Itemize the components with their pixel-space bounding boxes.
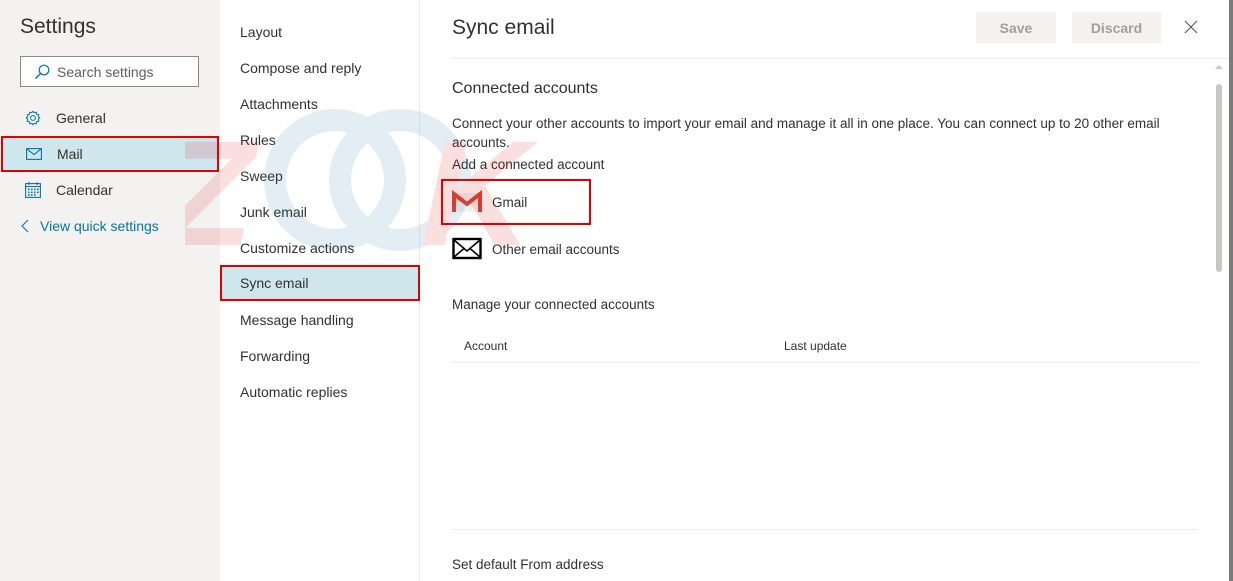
table-divider bbox=[452, 529, 1198, 530]
gear-icon bbox=[24, 109, 42, 127]
search-icon bbox=[35, 64, 50, 79]
subnav-item-sync-email[interactable]: Sync email bbox=[220, 265, 420, 301]
mail-settings-subnav: Layout Compose and reply Attachments Rul… bbox=[220, 0, 420, 581]
connected-accounts-description: Connect your other accounts to import yo… bbox=[452, 116, 1160, 150]
settings-nav-pane: Settings Search settings General Mail Ca… bbox=[0, 0, 220, 581]
sync-email-panel: Sync email Save Discard Connected accoun… bbox=[421, 0, 1233, 581]
search-placeholder: Search settings bbox=[57, 63, 154, 80]
subnav-item-attachments[interactable]: Attachments bbox=[220, 86, 420, 122]
subnav-item-customize-actions[interactable]: Customize actions bbox=[220, 230, 420, 266]
subnav-item-rules[interactable]: Rules bbox=[220, 122, 420, 158]
view-quick-settings-link[interactable]: View quick settings bbox=[20, 218, 159, 234]
calendar-icon bbox=[24, 181, 42, 199]
scroll-up-arrow-icon[interactable] bbox=[1215, 65, 1223, 69]
gmail-option[interactable]: Gmail bbox=[441, 179, 591, 225]
back-link-label: View quick settings bbox=[40, 218, 159, 234]
subnav-item-message-handling[interactable]: Message handling bbox=[220, 302, 420, 338]
other-email-accounts-label: Other email accounts bbox=[492, 241, 620, 257]
other-email-accounts-option[interactable]: Other email accounts bbox=[452, 233, 620, 265]
subnav-item-layout[interactable]: Layout bbox=[220, 14, 420, 50]
mail-icon bbox=[25, 145, 43, 163]
set-default-from-heading: Set default From address bbox=[452, 557, 604, 572]
subnav-item-automatic-replies[interactable]: Automatic replies bbox=[220, 374, 420, 410]
content-scrollbar[interactable] bbox=[1213, 62, 1225, 581]
nav-item-mail[interactable]: Mail bbox=[1, 136, 219, 172]
header-divider bbox=[452, 58, 1233, 59]
subnav-item-junk-email[interactable]: Junk email bbox=[220, 194, 420, 230]
nav-label: General bbox=[56, 110, 106, 126]
gmail-label: Gmail bbox=[492, 194, 528, 210]
nav-item-calendar[interactable]: Calendar bbox=[0, 172, 220, 208]
settings-title: Settings bbox=[20, 15, 96, 38]
connected-accounts-heading: Connected accounts bbox=[452, 80, 598, 97]
gmail-icon bbox=[452, 190, 482, 212]
envelope-icon bbox=[452, 237, 482, 260]
nav-item-general[interactable]: General bbox=[0, 100, 220, 136]
manage-connected-accounts-heading: Manage your connected accounts bbox=[452, 297, 655, 312]
save-button[interactable]: Save bbox=[976, 12, 1056, 43]
close-icon[interactable] bbox=[1183, 19, 1199, 35]
page-title: Sync email bbox=[452, 16, 555, 39]
connected-accounts-table-header: Account Last update bbox=[452, 334, 1198, 363]
column-header-last-update: Last update bbox=[784, 339, 847, 353]
nav-label: Calendar bbox=[56, 182, 113, 198]
window-edge bbox=[1229, 0, 1233, 581]
search-settings-input[interactable]: Search settings bbox=[20, 56, 199, 87]
scroll-thumb[interactable] bbox=[1216, 84, 1222, 272]
add-connected-account-label: Add a connected account bbox=[452, 157, 605, 172]
column-header-account: Account bbox=[464, 339, 508, 353]
subnav-item-sweep[interactable]: Sweep bbox=[220, 158, 420, 194]
subnav-item-forwarding[interactable]: Forwarding bbox=[220, 338, 420, 374]
discard-button[interactable]: Discard bbox=[1072, 12, 1161, 43]
subnav-item-compose-and-reply[interactable]: Compose and reply bbox=[220, 50, 420, 86]
nav-label: Mail bbox=[57, 146, 83, 162]
chevron-left-icon bbox=[21, 219, 29, 233]
